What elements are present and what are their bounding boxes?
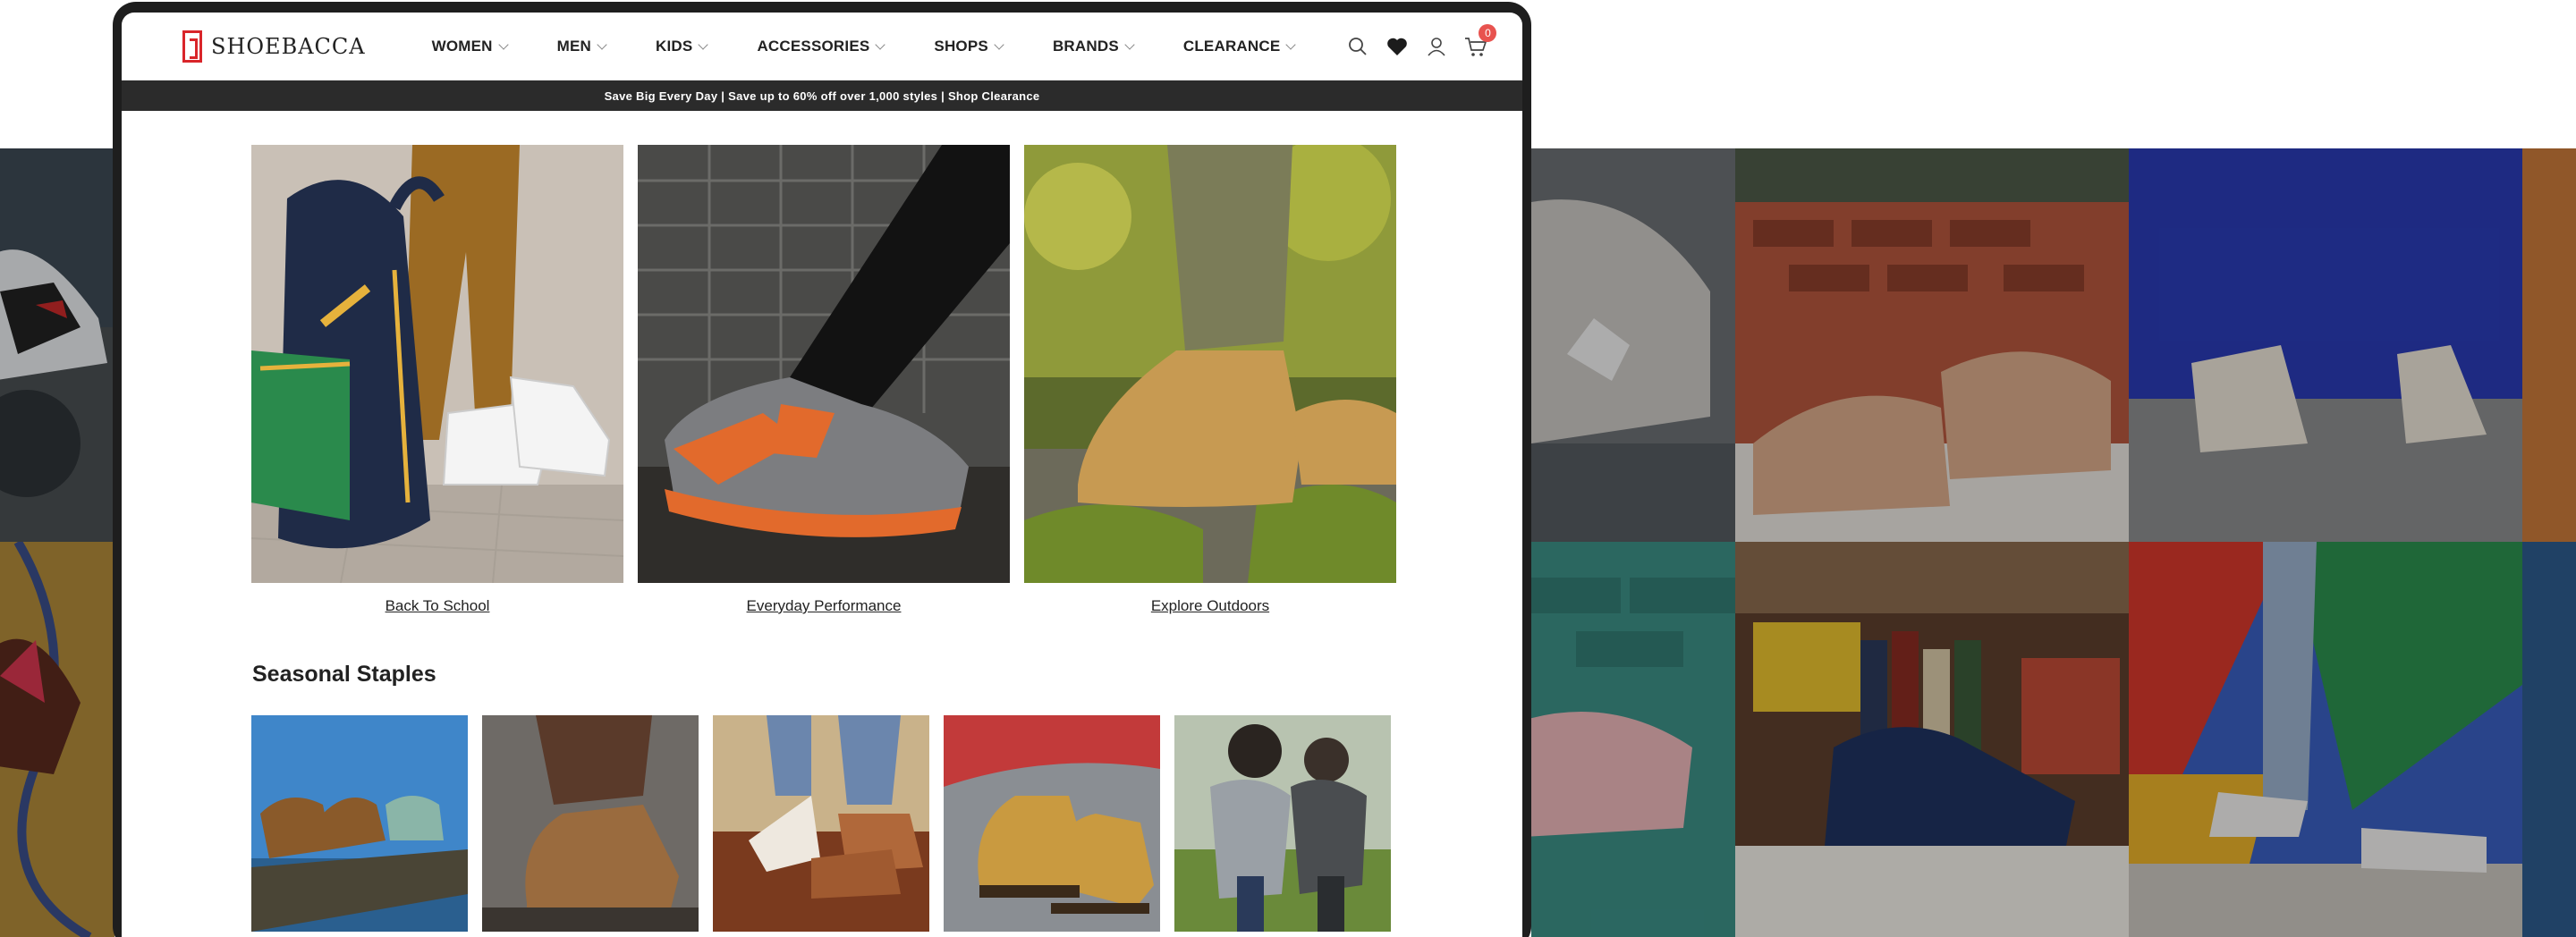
promo-bar[interactable]: Save Big Every Day | Save up to 60% off … <box>122 80 1522 111</box>
chevron-down-icon <box>1285 38 1297 50</box>
nav-item-kids[interactable]: KIDS <box>656 37 709 55</box>
background-photo-pink-slides <box>1531 542 1735 937</box>
nav-label: ACCESSORIES <box>757 37 870 55</box>
nav-label: WOMEN <box>431 37 493 55</box>
nav-label: MEN <box>556 37 592 55</box>
category-tile-everyday-performance[interactable]: Everyday Performance <box>638 145 1010 615</box>
brand-logo[interactable]: SHOEBACCA <box>182 30 366 63</box>
background-photo-star-sneaker <box>1531 148 1735 542</box>
chevron-down-icon <box>497 38 509 50</box>
chevron-down-icon <box>994 38 1004 50</box>
logo-mark-icon <box>182 30 202 63</box>
brand-name: SHOEBACCA <box>211 33 366 59</box>
chevron-down-icon <box>698 38 709 50</box>
main-nav: WOMEN MEN KIDS ACCESSORIES SHOPS BRANDS … <box>432 38 1345 55</box>
category-image[interactable] <box>1024 145 1396 583</box>
wishlist-button[interactable] <box>1384 33 1411 60</box>
category-image[interactable] <box>638 145 1010 583</box>
user-icon <box>1428 37 1446 56</box>
nav-label: SHOPS <box>934 37 988 55</box>
category-tile-explore-outdoors[interactable]: Explore Outdoors <box>1024 145 1396 615</box>
chevron-down-icon <box>597 38 607 50</box>
page: SHOEBACCA WOMEN MEN KIDS ACCESSORIES SHO… <box>0 0 2576 937</box>
staple-card-backpacks[interactable] <box>1174 715 1391 932</box>
account-button[interactable] <box>1423 33 1450 60</box>
nav-item-clearance[interactable]: CLEARANCE <box>1182 37 1297 55</box>
background-photo-sandals <box>1735 148 2129 542</box>
background-photo-high-top <box>1735 542 2129 937</box>
category-tiles: Back To School Everyday Performance Expl… <box>251 145 1396 615</box>
heart-icon <box>1387 38 1408 55</box>
seasonal-staples-row <box>251 715 1391 932</box>
nav-label: KIDS <box>656 37 693 55</box>
category-link[interactable]: Everyday Performance <box>638 597 1010 615</box>
cart-count-badge: 0 <box>1479 23 1497 42</box>
nav-label: BRANDS <box>1052 37 1119 55</box>
category-image[interactable] <box>251 145 623 583</box>
nav-label: CLEARANCE <box>1182 37 1281 55</box>
category-link[interactable]: Explore Outdoors <box>1024 597 1396 615</box>
chevron-down-icon <box>875 38 886 50</box>
site-header: SHOEBACCA WOMEN MEN KIDS ACCESSORIES SHO… <box>122 13 1522 80</box>
nav-item-accessories[interactable]: ACCESSORIES <box>757 37 886 55</box>
background-photo-edge <box>2522 542 2576 937</box>
background-photo-sneakers <box>0 148 114 542</box>
category-tile-back-to-school[interactable]: Back To School <box>251 145 623 615</box>
promo-text: Save Big Every Day | Save up to 60% off … <box>604 89 1040 103</box>
cart-button[interactable]: 0 <box>1462 23 1497 60</box>
background-photo-chalk-art <box>0 542 114 937</box>
background-photo-wood <box>2522 148 2576 542</box>
staple-card-boat-shoes[interactable] <box>251 715 468 932</box>
staple-card-western-boots[interactable] <box>713 715 929 932</box>
nav-item-shops[interactable]: SHOPS <box>934 37 1004 55</box>
nav-item-women[interactable]: WOMEN <box>431 37 509 55</box>
background-photo-boots <box>2129 148 2522 542</box>
category-link[interactable]: Back To School <box>251 597 623 615</box>
staple-card-chelsea-boots[interactable] <box>482 715 699 932</box>
header-actions: 0 <box>1344 23 1497 60</box>
background-photo-mural <box>2129 542 2522 937</box>
search-icon <box>1349 37 1368 55</box>
nav-item-brands[interactable]: BRANDS <box>1052 37 1135 55</box>
nav-item-men[interactable]: MEN <box>556 37 607 55</box>
search-button[interactable] <box>1344 33 1371 60</box>
browser-viewport: SHOEBACCA WOMEN MEN KIDS ACCESSORIES SHO… <box>122 13 1522 937</box>
chevron-down-icon <box>1124 38 1135 50</box>
section-title: Seasonal Staples <box>252 662 436 687</box>
staple-card-work-boots[interactable] <box>944 715 1160 932</box>
